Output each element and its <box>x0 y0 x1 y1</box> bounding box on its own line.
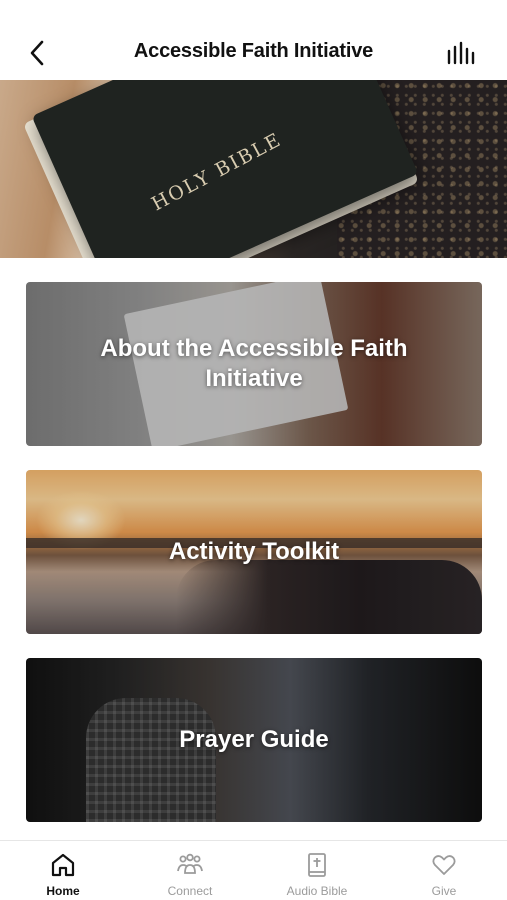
audio-bars-icon <box>447 41 475 65</box>
hero-image: HOLY BIBLE <box>0 80 507 258</box>
heart-icon <box>432 855 456 875</box>
tab-home[interactable]: Home <box>0 841 126 900</box>
audio-button[interactable] <box>445 39 479 69</box>
card-prayer-guide[interactable]: Prayer Guide <box>26 658 482 822</box>
card-activity-toolkit[interactable]: Activity Toolkit <box>26 470 482 634</box>
status-bar <box>0 0 507 26</box>
bible-icon <box>308 853 326 877</box>
header: Accessible Faith Initiative <box>0 26 507 80</box>
tab-home-label: Home <box>46 884 80 898</box>
tab-connect[interactable]: Connect <box>127 841 253 900</box>
tab-connect-label: Connect <box>167 884 213 898</box>
tab-give-label: Give <box>431 884 457 898</box>
card-about-label: About the Accessible Faith Initiative <box>100 335 408 392</box>
card-prayer-guide-label: Prayer Guide <box>179 726 329 753</box>
card-about[interactable]: About the Accessible Faith Initiative <box>26 282 482 446</box>
page-title: Accessible Faith Initiative <box>133 40 374 62</box>
tab-audio-bible[interactable]: Audio Bible <box>254 841 380 900</box>
card-activity-toolkit-label: Activity Toolkit <box>168 538 340 565</box>
tab-audio-bible-label: Audio Bible <box>286 884 348 898</box>
tab-give[interactable]: Give <box>381 841 507 900</box>
bottom-tab-bar: Home Connect Audio Bible Give <box>0 840 507 900</box>
home-icon <box>51 853 75 877</box>
people-icon <box>177 853 203 874</box>
